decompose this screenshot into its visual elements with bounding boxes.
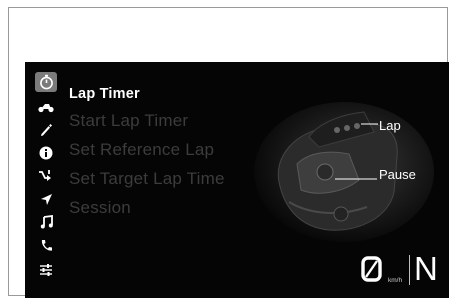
menu-item-session[interactable]: Session xyxy=(69,198,131,218)
speed-readout xyxy=(361,256,382,282)
music-note-icon xyxy=(40,215,53,229)
sidebar-item-phone[interactable] xyxy=(35,235,57,255)
settings-sliders-icon xyxy=(40,264,52,276)
sidebar-item-route[interactable] xyxy=(35,166,57,186)
sidebar-item-info[interactable] xyxy=(35,143,57,163)
sidebar-item-navigation[interactable] xyxy=(35,189,57,209)
sidebar-item-lap-timer[interactable] xyxy=(35,72,57,92)
route-icon xyxy=(39,170,51,181)
stopwatch-icon xyxy=(39,74,53,90)
info-icon xyxy=(39,146,53,160)
navigation-arrow-icon xyxy=(40,193,52,205)
callout-lap: Lap xyxy=(379,118,401,133)
gear-divider xyxy=(409,255,410,285)
handlebar-switch-illustration xyxy=(254,102,434,242)
document-frame: Lap Timer Start Lap Timer Set Reference … xyxy=(8,7,449,298)
phone-icon xyxy=(41,239,52,251)
speed-unit: km/h xyxy=(388,277,403,284)
sidebar-item-settings[interactable] xyxy=(35,260,57,280)
motorcycle-icon xyxy=(38,104,54,113)
wrench-icon xyxy=(41,124,52,136)
menu-title: Lap Timer xyxy=(69,86,140,102)
callout-pause: Pause xyxy=(379,167,416,182)
sidebar-item-music[interactable] xyxy=(35,212,57,232)
menu-item-set-reference-lap[interactable]: Set Reference Lap xyxy=(69,140,214,160)
menu-item-set-target-lap-time[interactable]: Set Target Lap Time xyxy=(69,169,225,189)
gear-indicator: N xyxy=(414,250,438,287)
sidebar xyxy=(27,70,59,296)
menu-item-start-lap-timer[interactable]: Start Lap Timer xyxy=(69,111,188,131)
sidebar-item-vehicle[interactable] xyxy=(35,97,57,117)
dashboard-screen: Lap Timer Start Lap Timer Set Reference … xyxy=(25,62,449,298)
sidebar-item-maintenance[interactable] xyxy=(35,120,57,140)
